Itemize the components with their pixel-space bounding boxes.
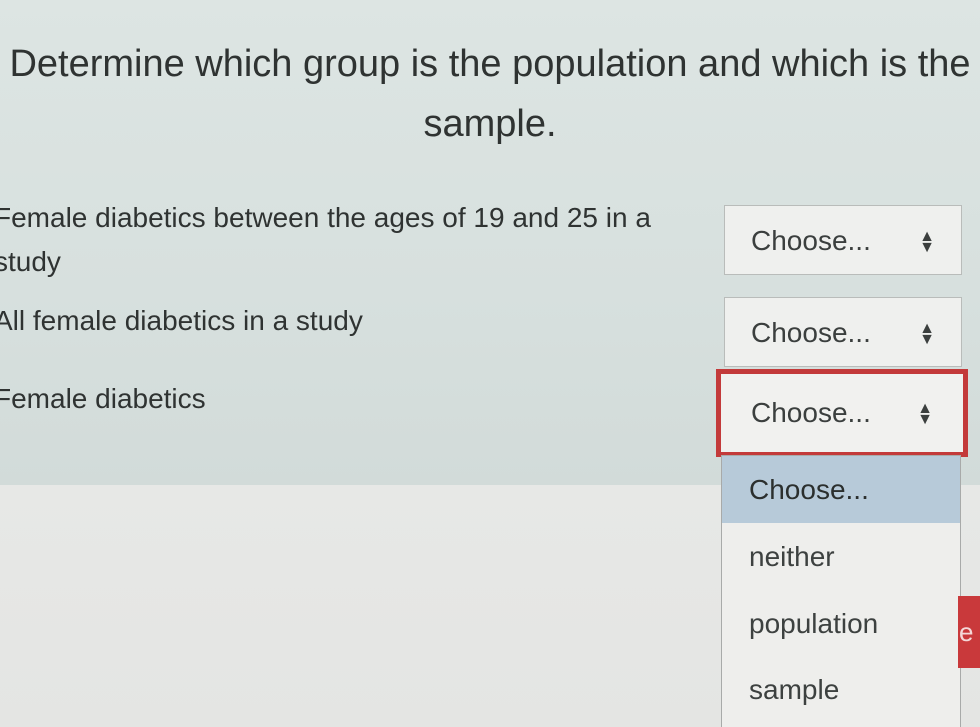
up-down-arrows-icon: ▲ ▼ xyxy=(919,319,935,348)
item-label-1: Female diabetics between the ages of 19 … xyxy=(0,202,651,277)
up-down-arrows-icon: ▲ ▼ xyxy=(919,227,935,256)
item-label-3: Female diabetics xyxy=(0,383,206,414)
up-down-arrows-icon: ▲ ▼ xyxy=(917,399,933,428)
answer-select-3[interactable]: Choose... ▲ ▼ xyxy=(716,369,968,457)
select-value: Choose... xyxy=(751,397,871,428)
question-title: Determine which group is the population … xyxy=(9,43,971,145)
answer-select-1[interactable]: Choose... ▲ ▼ xyxy=(724,205,962,275)
item-label-2: All female diabetics in a study xyxy=(0,305,363,336)
select-value: Choose... xyxy=(751,317,871,348)
dropdown-option-population[interactable]: population xyxy=(722,590,960,657)
partial-action-button[interactable]: e xyxy=(958,596,980,668)
answer-select-2[interactable]: Choose... ▲ ▼ xyxy=(724,297,962,367)
dropdown-option-sample[interactable]: sample xyxy=(722,656,960,723)
dropdown-option-neither[interactable]: neither xyxy=(722,523,960,590)
select-dropdown-list: Choose... neither population sample xyxy=(721,455,961,727)
dropdown-option-choose[interactable]: Choose... xyxy=(722,456,960,523)
select-value: Choose... xyxy=(751,225,871,256)
